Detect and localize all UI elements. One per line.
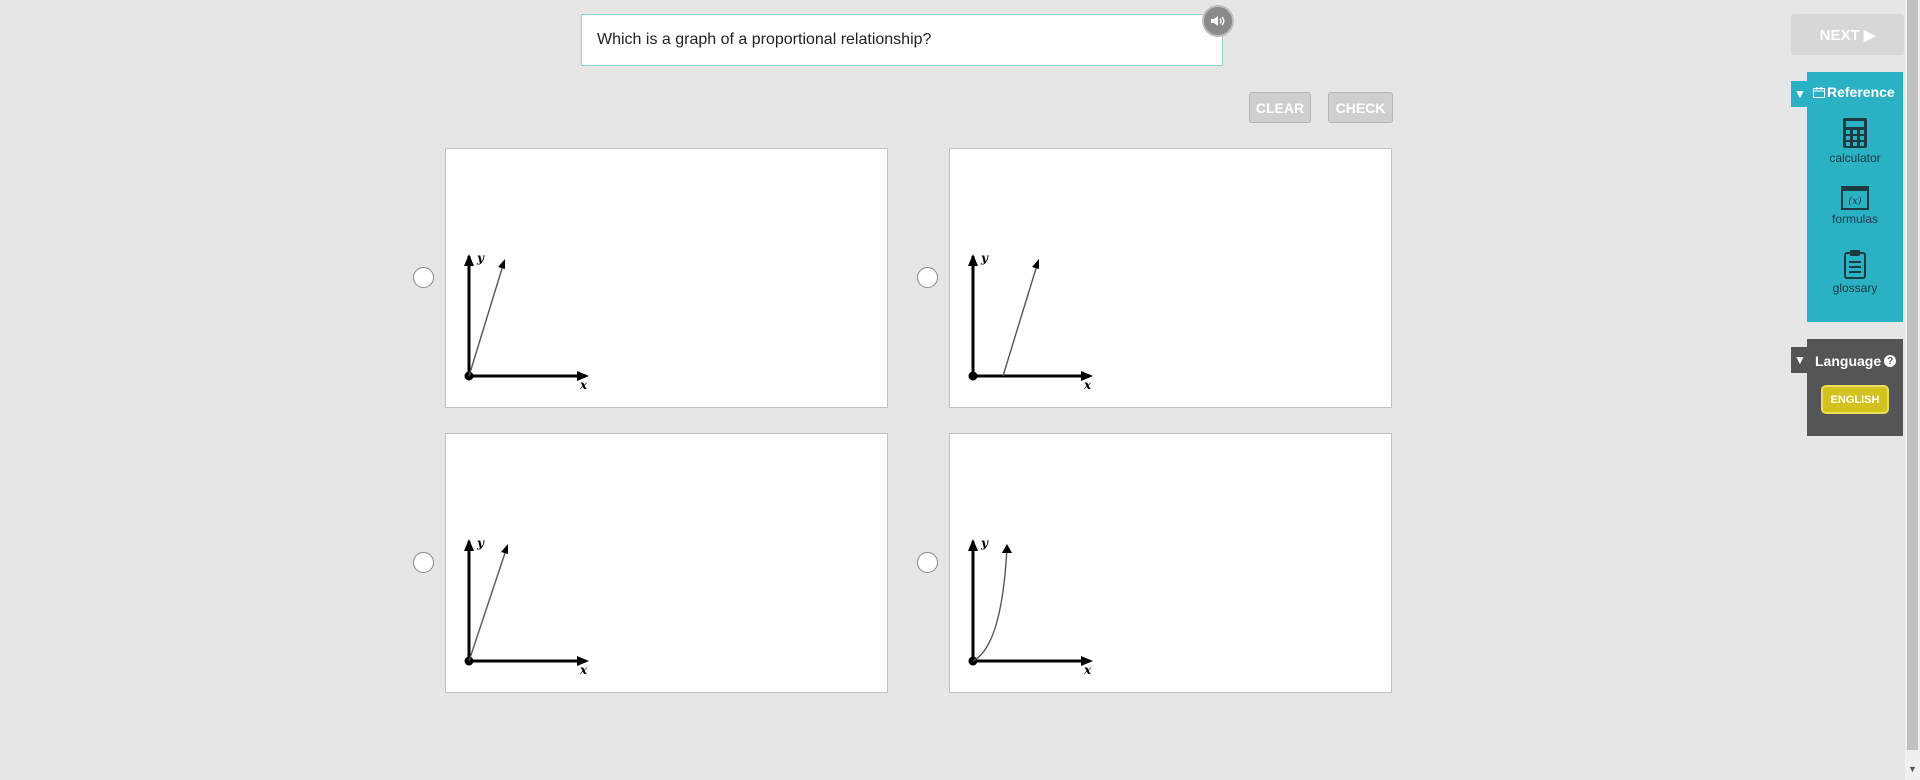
- read-aloud-button[interactable]: [1202, 5, 1234, 37]
- x-axis-label: x: [1083, 378, 1092, 392]
- option-b-graph: y x: [968, 251, 1093, 392]
- language-collapse-toggle[interactable]: ▼: [1791, 347, 1809, 373]
- x-axis-label: x: [579, 663, 588, 677]
- clipboard-icon: [1844, 250, 1866, 279]
- english-language-button[interactable]: ENGLISH: [1821, 385, 1889, 414]
- formulas-icon: (x): [1841, 186, 1869, 210]
- check-button[interactable]: CHECK: [1328, 92, 1393, 123]
- y-axis-label: y: [980, 251, 989, 265]
- y-axis-label: y: [476, 251, 485, 265]
- formulas-tool[interactable]: (x) formulas: [1807, 186, 1903, 226]
- x-axis-label: x: [1083, 663, 1092, 677]
- reference-header[interactable]: Reference: [1813, 84, 1895, 100]
- option-a-graph: y x: [464, 251, 589, 392]
- y-axis-label: y: [476, 536, 485, 550]
- next-button[interactable]: NEXT ▶: [1791, 14, 1904, 55]
- calculator-label: calculator: [1829, 151, 1881, 165]
- clear-button[interactable]: CLEAR: [1249, 92, 1311, 123]
- option-a-graph-card[interactable]: y x: [445, 148, 888, 408]
- option-c-graph-card[interactable]: y x: [445, 433, 888, 693]
- glossary-tool[interactable]: glossary: [1807, 249, 1903, 295]
- calculator-icon: [1843, 118, 1867, 148]
- reference-collapse-toggle[interactable]: ▼: [1791, 81, 1809, 107]
- reference-title: Reference: [1827, 84, 1895, 100]
- option-a-radio[interactable]: [413, 267, 434, 288]
- glossary-label: glossary: [1832, 281, 1878, 295]
- option-d-graph-card[interactable]: y x: [949, 433, 1392, 693]
- scroll-down-arrow-icon[interactable]: ▼: [1908, 764, 1917, 774]
- info-icon[interactable]: ?: [1884, 355, 1897, 367]
- question-prompt: Which is a graph of a proportional relat…: [581, 14, 1223, 66]
- y-axis-label: y: [980, 536, 989, 550]
- language-title: Language: [1815, 353, 1882, 369]
- formulas-label: formulas: [1831, 212, 1878, 226]
- calculator-tool[interactable]: calculator: [1807, 117, 1903, 165]
- option-c-radio[interactable]: [413, 552, 434, 573]
- x-axis-label: x: [579, 378, 588, 392]
- svg-text:(x): (x): [1848, 196, 1862, 207]
- option-c-graph: y x: [464, 536, 589, 677]
- question-text: Which is a graph of a proportional relat…: [597, 31, 932, 48]
- option-b-graph-card[interactable]: y x: [949, 148, 1392, 408]
- speaker-icon: [1211, 16, 1225, 26]
- page-scrollbar[interactable]: ▼: [1905, 0, 1920, 780]
- option-b-radio[interactable]: [917, 267, 938, 288]
- language-header: Language ?: [1815, 353, 1897, 369]
- option-d-radio[interactable]: [917, 552, 938, 573]
- option-d-graph: y x: [968, 536, 1093, 677]
- scrollbar-thumb[interactable]: [1907, 0, 1918, 750]
- calendar-icon: [1813, 86, 1825, 98]
